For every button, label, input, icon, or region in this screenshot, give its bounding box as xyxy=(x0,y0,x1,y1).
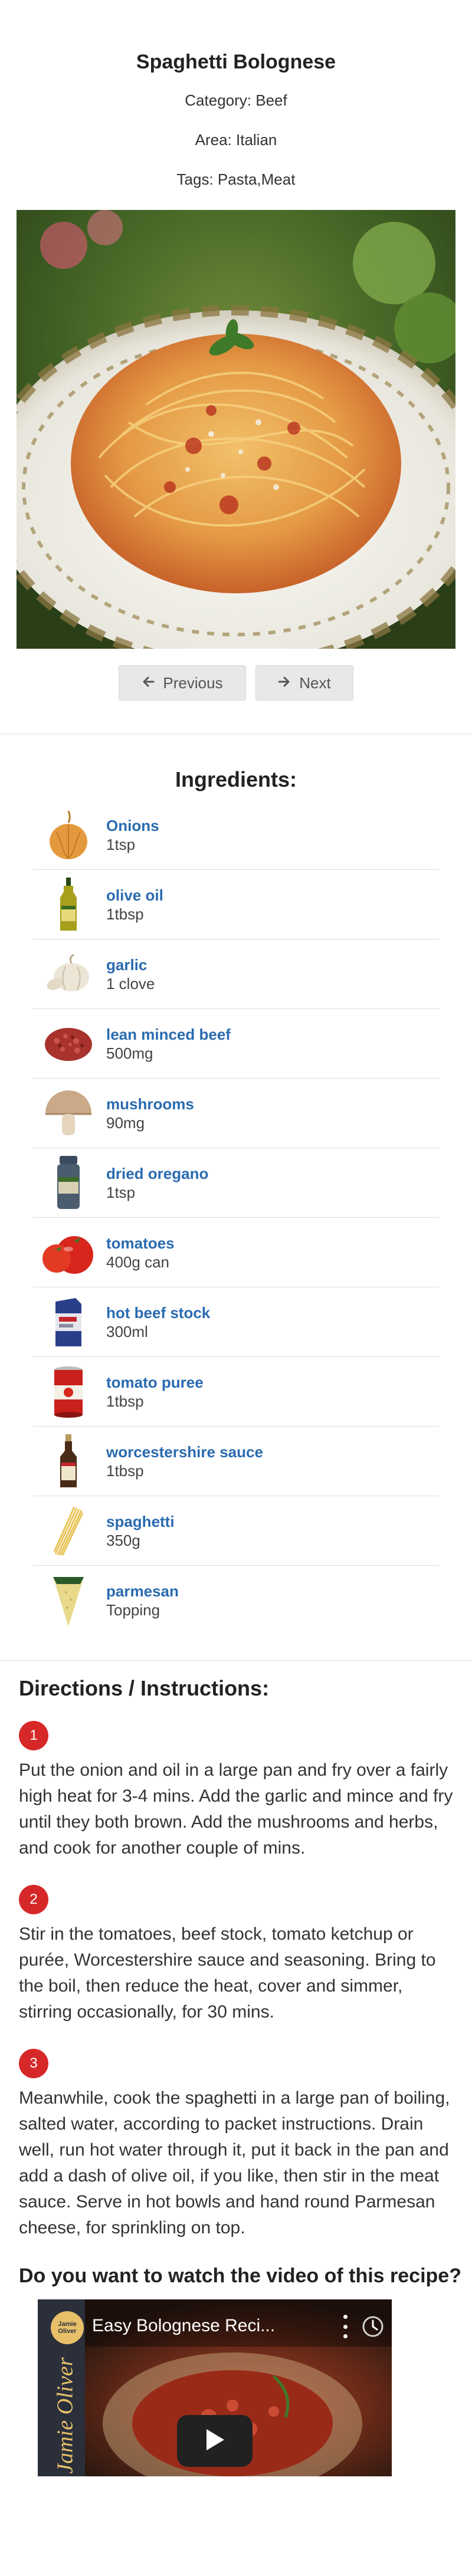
recipe-category: Category: Beef xyxy=(185,91,287,109)
ingredient-name[interactable]: olive oil xyxy=(106,886,163,905)
oregano-jar-icon xyxy=(33,1154,104,1213)
video-heading: Do you want to watch the video of this r… xyxy=(19,2265,461,2287)
onion-icon xyxy=(33,806,104,865)
play-button[interactable] xyxy=(177,2415,253,2467)
ingredient-name[interactable]: parmesan xyxy=(106,1582,179,1601)
next-label: Next xyxy=(299,673,331,692)
ingredient-measure: 1tsp xyxy=(106,1183,136,1201)
ingredient-item: spaghetti 350g xyxy=(33,1496,439,1566)
ingredient-item: Onions 1tsp xyxy=(33,800,439,870)
step-number-badge: 2 xyxy=(19,1885,48,1914)
tomato-puree-can-icon xyxy=(33,1362,104,1421)
step-number-badge: 3 xyxy=(19,2049,48,2078)
ingredient-measure: 90mg xyxy=(106,1113,145,1132)
ingredient-item: parmesan Topping xyxy=(33,1566,439,1635)
ingredient-item: hot beef stock 300ml xyxy=(33,1287,439,1357)
ingredient-item: olive oil 1tbsp xyxy=(33,870,439,939)
ingredient-measure: 1tbsp xyxy=(106,1392,144,1410)
recipe-tags: Tags: Pasta,Meat xyxy=(176,170,296,188)
ingredient-item: garlic 1 clove xyxy=(33,939,439,1009)
video-title[interactable]: Easy Bolognese Reci... xyxy=(92,2316,275,2336)
ingredient-measure: 300ml xyxy=(106,1322,148,1340)
step-text: Put the onion and oil in a large pan and… xyxy=(19,1760,453,1858)
ingredient-name[interactable]: dried oregano xyxy=(106,1164,208,1183)
previous-button[interactable]: Previous xyxy=(119,665,246,701)
divider xyxy=(0,1660,472,1661)
clock-icon[interactable] xyxy=(361,2315,385,2341)
ingredient-name[interactable]: garlic xyxy=(106,955,155,974)
recipe-header: Spaghetti Bolognese Category: Beef Area:… xyxy=(0,0,472,189)
parmesan-icon xyxy=(33,1571,104,1630)
direction-step: 3 Meanwhile, cook the spaghetti in a lar… xyxy=(0,2049,472,2241)
ingredient-name[interactable]: Onions xyxy=(106,816,159,835)
ingredient-item: dried oregano 1tsp xyxy=(33,1148,439,1218)
ingredient-item: worcestershire sauce 1tbsp xyxy=(33,1427,439,1496)
directions-heading: Directions / Instructions: xyxy=(19,1676,270,1700)
recipe-photo xyxy=(17,210,455,649)
video-player[interactable]: Jamie Oliver Jamie Oliver Easy Bolognese… xyxy=(38,2299,392,2476)
ingredient-name[interactable]: hot beef stock xyxy=(106,1303,210,1322)
next-button[interactable]: Next xyxy=(255,665,353,701)
mushroom-icon xyxy=(33,1084,104,1143)
play-icon xyxy=(204,2428,225,2455)
ingredient-name[interactable]: tomato puree xyxy=(106,1373,204,1392)
tomato-icon xyxy=(33,1223,104,1282)
garlic-icon xyxy=(33,945,104,1004)
ingredient-measure: 1tsp xyxy=(106,835,136,853)
ingredient-measure: 1 clove xyxy=(106,974,155,993)
ingredient-item: lean minced beef 500mg xyxy=(33,1009,439,1079)
ingredient-measure: 1tbsp xyxy=(106,1461,144,1480)
ingredient-measure: 1tbsp xyxy=(106,905,144,923)
step-number-badge: 1 xyxy=(19,1721,48,1750)
ingredients-heading: Ingredients: xyxy=(175,767,297,791)
sauce-bottle-icon xyxy=(33,1432,104,1491)
beef-stock-icon xyxy=(33,1293,104,1352)
ingredient-measure: 400g can xyxy=(106,1253,169,1271)
ingredient-name[interactable]: tomatoes xyxy=(106,1234,175,1253)
ingredient-item: mushrooms 90mg xyxy=(33,1079,439,1148)
step-text: Meanwhile, cook the spaghetti in a large… xyxy=(19,2088,450,2237)
ingredient-name[interactable]: spaghetti xyxy=(106,1512,175,1531)
ingredient-name[interactable]: lean minced beef xyxy=(106,1025,231,1044)
ingredients-list: Onions 1tsp olive oil 1tbsp garlic 1 clo… xyxy=(33,800,439,1635)
ingredient-name[interactable]: worcestershire sauce xyxy=(106,1443,263,1461)
previous-label: Previous xyxy=(163,673,223,692)
step-text: Stir in the tomatoes, beef stock, tomato… xyxy=(19,1924,436,2022)
direction-step: 1 Put the onion and oil in a large pan a… xyxy=(0,1721,472,1861)
ingredient-name[interactable]: mushrooms xyxy=(106,1095,194,1113)
ingredient-measure: 350g xyxy=(106,1531,140,1549)
channel-logo: Jamie Oliver xyxy=(51,2311,84,2344)
recipe-area: Area: Italian xyxy=(195,131,277,149)
recipe-pager: Previous Next xyxy=(0,665,472,701)
ingredient-item: tomato puree 1tbsp xyxy=(33,1357,439,1427)
ingredient-measure: 500mg xyxy=(106,1044,153,1062)
channel-watermark: Jamie Oliver xyxy=(53,2357,78,2474)
spaghetti-icon xyxy=(33,1501,104,1560)
recipe-title: Spaghetti Bolognese xyxy=(136,51,336,73)
olive-oil-icon xyxy=(33,875,104,934)
minced-beef-icon xyxy=(33,1014,104,1073)
more-options-icon[interactable] xyxy=(341,2315,349,2338)
arrow-right-icon xyxy=(278,674,291,692)
arrow-left-icon xyxy=(142,674,155,692)
direction-step: 2 Stir in the tomatoes, beef stock, toma… xyxy=(0,1885,472,2025)
ingredient-measure: Topping xyxy=(106,1601,160,1619)
ingredient-item: tomatoes 400g can xyxy=(33,1218,439,1287)
